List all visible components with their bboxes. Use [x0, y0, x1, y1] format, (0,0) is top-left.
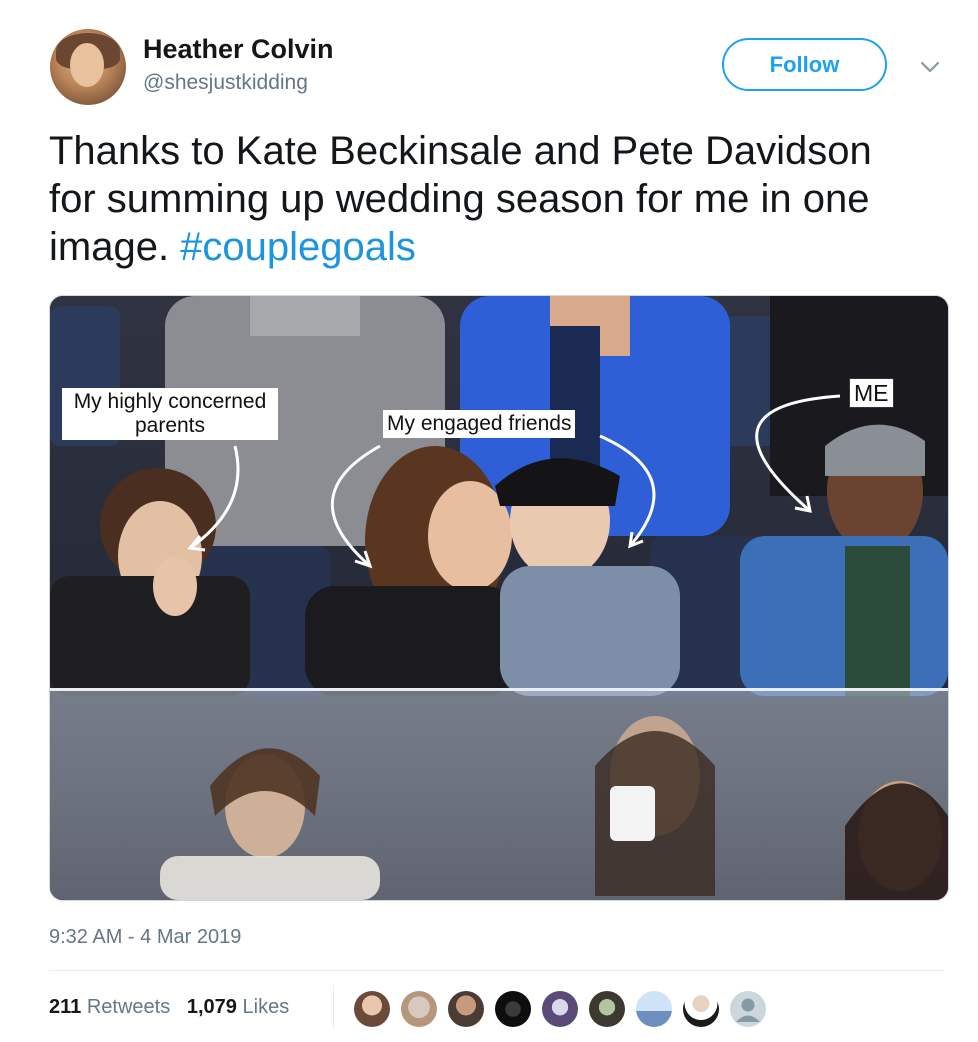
follow-button[interactable]: Follow — [722, 38, 887, 91]
liker-avatar[interactable] — [495, 991, 531, 1027]
liker-avatar[interactable] — [542, 991, 578, 1027]
author-name[interactable]: Heather Colvin — [143, 34, 334, 65]
meme-label-me: ME — [849, 378, 894, 408]
liker-avatar[interactable] — [683, 991, 719, 1027]
meme-label-friends: My engaged friends — [383, 410, 576, 438]
default-user-icon — [736, 998, 760, 1022]
likes-count: 1,079 — [186, 996, 237, 1018]
tweet-stats: 211 Retweets 1,079 Likes — [49, 996, 289, 1019]
liker-avatar[interactable] — [636, 991, 672, 1027]
author-handle[interactable]: @shesjustkidding — [143, 71, 308, 95]
chevron-down-icon[interactable] — [917, 56, 943, 78]
retweets-stat[interactable]: 211 Retweets — [49, 996, 170, 1018]
tweet-text: Thanks to Kate Beckinsale and Pete David… — [49, 127, 929, 271]
photo-illustration — [50, 296, 948, 900]
stats-divider — [333, 985, 334, 1029]
likes-stat[interactable]: 1,079 Likes — [187, 996, 289, 1018]
divider — [49, 970, 944, 971]
tweet-timestamp[interactable]: 9:32 AM - 4 Mar 2019 — [49, 926, 241, 949]
avatar-face — [70, 43, 104, 87]
author-avatar[interactable] — [50, 29, 126, 105]
liker-avatar[interactable] — [589, 991, 625, 1027]
liker-avatar[interactable] — [354, 991, 390, 1027]
meme-label-parents: My highly concerned parents — [62, 388, 278, 440]
liker-avatar[interactable] — [730, 991, 766, 1027]
retweets-label: Retweets — [86, 996, 171, 1018]
liker-avatar[interactable] — [401, 991, 437, 1027]
hashtag-link[interactable]: #couplegoals — [180, 225, 416, 269]
tweet-photo[interactable]: My highly concerned parents My engaged f… — [49, 295, 949, 901]
retweets-count: 211 — [49, 996, 82, 1018]
likes-label: Likes — [242, 996, 290, 1018]
liker-avatar[interactable] — [448, 991, 484, 1027]
tweet-body: Thanks to Kate Beckinsale and Pete David… — [49, 129, 872, 269]
